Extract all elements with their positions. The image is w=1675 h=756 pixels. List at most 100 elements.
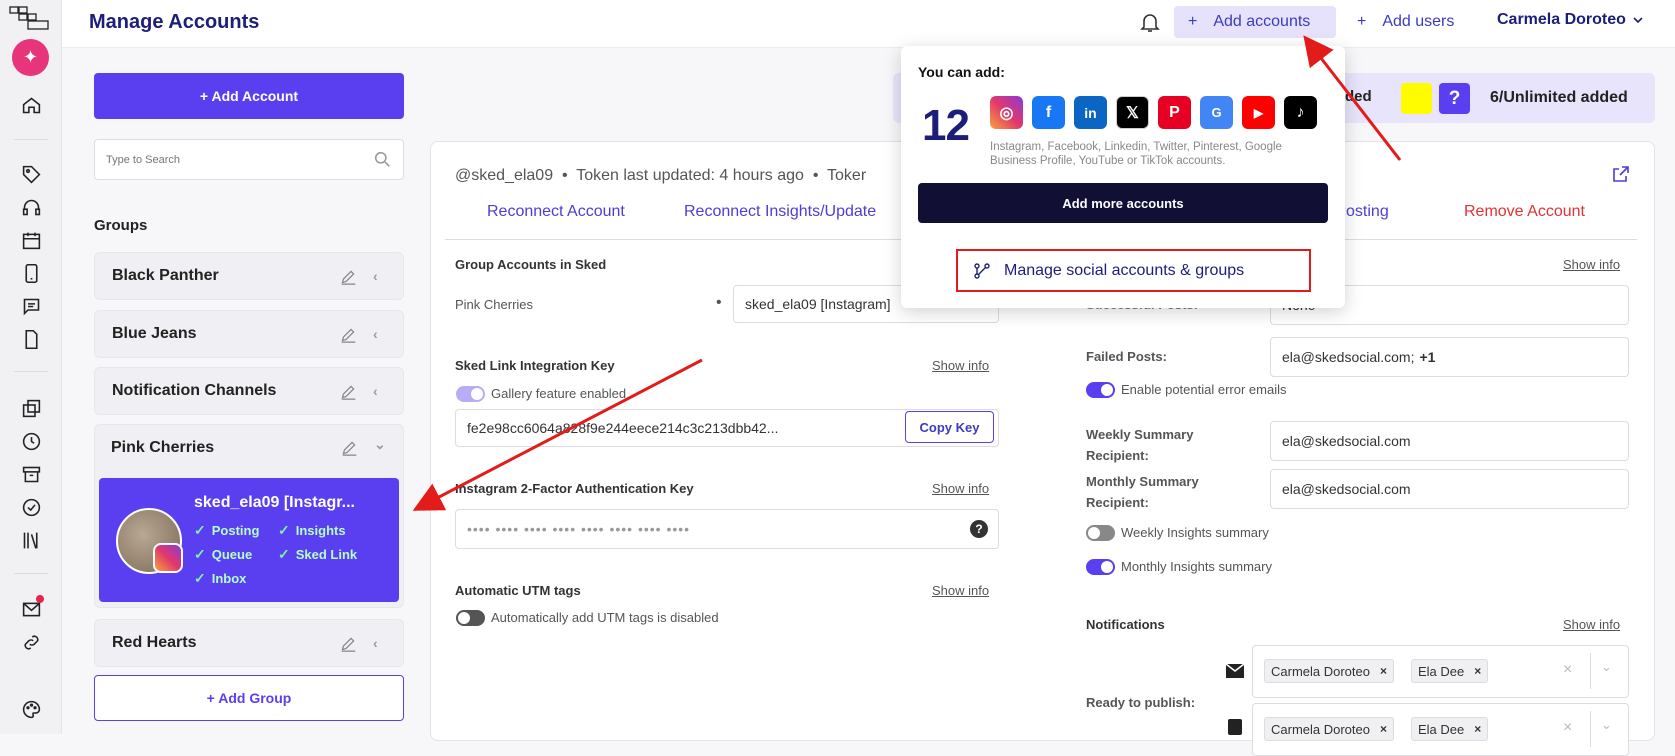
instagram-icon: [153, 543, 183, 573]
help-icon[interactable]: ?: [970, 520, 988, 538]
pencil-icon[interactable]: [340, 326, 357, 343]
show-info-link[interactable]: Show info: [1563, 617, 1620, 632]
group-accounts-label: Group Accounts in Sked: [455, 257, 607, 272]
account-card[interactable]: sked_ela09 [Instagr... ✓ Posting ✓ Insight…: [99, 478, 399, 602]
show-info-link[interactable]: Show info: [932, 583, 989, 598]
document-icon[interactable]: [19, 327, 43, 351]
show-info-link[interactable]: Show info: [1563, 257, 1620, 272]
feature-inbox: ✓ Inbox: [194, 570, 247, 586]
manage-social-accounts-link[interactable]: Manage social accounts & groups: [956, 249, 1311, 292]
chevron-down-icon[interactable]: ⌄: [374, 436, 388, 452]
rail-divider: [14, 573, 48, 574]
failed-posts-field[interactable]: ela@skedsocial.com; +1: [1270, 337, 1629, 377]
pencil-icon[interactable]: [340, 635, 357, 652]
failed-posts-label: Failed Posts:: [1086, 349, 1167, 364]
monthly-insights-toggle[interactable]: [1086, 559, 1115, 575]
chevron-left-icon[interactable]: ‹: [373, 635, 387, 651]
rail-divider: [14, 371, 48, 372]
add-group-button[interactable]: + Add Group: [94, 675, 404, 721]
tag-icon[interactable]: [19, 162, 43, 186]
plus-icon: +: [1357, 13, 1367, 30]
branch-icon: [974, 263, 990, 279]
palette-icon[interactable]: [19, 697, 43, 721]
clear-icon[interactable]: ×: [1563, 719, 1572, 737]
add-accounts-button[interactable]: + Add accounts: [1174, 6, 1336, 38]
copy-icon[interactable]: [19, 396, 43, 420]
feature-sked-link: ✓ Sked Link: [278, 546, 358, 562]
library-icon[interactable]: [19, 528, 43, 552]
facebook-icon: f: [1032, 96, 1065, 129]
chevron-down-icon[interactable]: ⌄: [1601, 659, 1612, 675]
ready-to-publish-label: Ready to publish:: [1086, 695, 1196, 710]
chevron-left-icon[interactable]: ‹: [373, 326, 387, 342]
group-notification-channels[interactable]: Notification Channels ‹: [94, 367, 404, 415]
chevron-down-icon: [1633, 17, 1643, 24]
reconnect-account-link[interactable]: Reconnect Account: [487, 203, 625, 221]
sked-logo[interactable]: [9, 5, 51, 33]
popup-title: You can add:: [918, 64, 1005, 80]
clear-icon[interactable]: ×: [1563, 661, 1572, 679]
link-icon[interactable]: [19, 630, 43, 654]
select-divider: [1590, 653, 1591, 689]
group-black-panther[interactable]: Black Panther ‹: [94, 252, 404, 300]
chip-close-icon[interactable]: ×: [1474, 664, 1481, 678]
twofa-input[interactable]: •••• •••• •••• •••• •••• •••• •••• ••••: [455, 509, 999, 549]
error-emails-toggle[interactable]: [1086, 382, 1115, 398]
chevron-down-icon[interactable]: ⌄: [1601, 717, 1612, 733]
chip-close-icon[interactable]: ×: [1380, 664, 1387, 678]
search-input[interactable]: [95, 140, 355, 179]
group-name: Blue Jeans: [112, 325, 197, 342]
utm-toggle[interactable]: [456, 610, 485, 626]
bell-icon[interactable]: [1138, 10, 1162, 34]
search-icon[interactable]: [374, 151, 391, 168]
weekly-insights-toggle[interactable]: [1086, 525, 1115, 541]
page-title: Manage Accounts: [89, 11, 260, 33]
weekly-summary-field[interactable]: ela@skedsocial.com: [1270, 421, 1629, 461]
snapchat-icon: [1401, 83, 1432, 114]
home-icon[interactable]: [19, 93, 43, 117]
token-status: Token last updated: 4 hours ago: [576, 167, 804, 184]
remove-account-link[interactable]: Remove Account: [1464, 203, 1585, 221]
calendar-icon[interactable]: [19, 228, 43, 252]
check-icon: ✓: [194, 546, 206, 562]
pencil-icon[interactable]: [340, 383, 357, 400]
pencil-icon[interactable]: [341, 439, 358, 456]
feature-queue: ✓ Queue: [194, 546, 253, 562]
gallery-toggle[interactable]: [456, 386, 485, 402]
external-link-icon[interactable]: [1612, 165, 1630, 183]
add-users-button[interactable]: + Add users: [1357, 6, 1477, 38]
headset-icon[interactable]: [19, 195, 43, 219]
notification-dot: [36, 595, 44, 603]
add-account-button[interactable]: + Add Account: [94, 73, 404, 119]
mobile-icon[interactable]: [19, 261, 43, 285]
help-icon[interactable]: ?: [1439, 83, 1470, 114]
select-divider: [1590, 711, 1591, 747]
show-info-link[interactable]: Show info: [932, 358, 989, 373]
copy-key-button[interactable]: Copy Key: [905, 411, 994, 443]
recipient-chip: Carmela Doroteo ×: [1264, 659, 1395, 683]
x-icon: 𝕏: [1116, 96, 1149, 129]
group-red-hearts[interactable]: Red Hearts ‹: [94, 619, 404, 667]
recipient-chip: Ela Dee ×: [1411, 659, 1489, 683]
group-name: Pink Cherries: [111, 439, 215, 456]
pinterest-icon: P: [1158, 96, 1191, 129]
show-info-link[interactable]: Show info: [932, 481, 989, 496]
add-more-accounts-button[interactable]: Add more accounts: [918, 183, 1328, 223]
magic-wand-icon[interactable]: ✦: [12, 39, 49, 76]
check-circle-icon[interactable]: [19, 495, 43, 519]
group-blue-jeans[interactable]: Blue Jeans ‹: [94, 310, 404, 358]
chevron-left-icon[interactable]: ‹: [373, 383, 387, 399]
group-pink-cherries[interactable]: Pink Cherries ⌄: [94, 424, 404, 472]
archive-icon[interactable]: [19, 462, 43, 486]
user-menu[interactable]: Carmela Doroteo: [1497, 11, 1644, 29]
pencil-icon[interactable]: [340, 268, 357, 285]
chat-icon[interactable]: [19, 294, 43, 318]
chevron-left-icon[interactable]: ‹: [373, 268, 387, 284]
history-icon[interactable]: [19, 429, 43, 453]
reconnect-insights-link[interactable]: Reconnect Insights/Update: [684, 203, 876, 221]
google-business-icon: G: [1200, 96, 1233, 129]
account-handle: @sked_ela09: [455, 167, 554, 184]
recipient-chip: Ela Dee ×: [1411, 717, 1489, 741]
monthly-summary-field[interactable]: ela@skedsocial.com: [1270, 469, 1629, 509]
group-name: Red Hearts: [112, 634, 197, 651]
